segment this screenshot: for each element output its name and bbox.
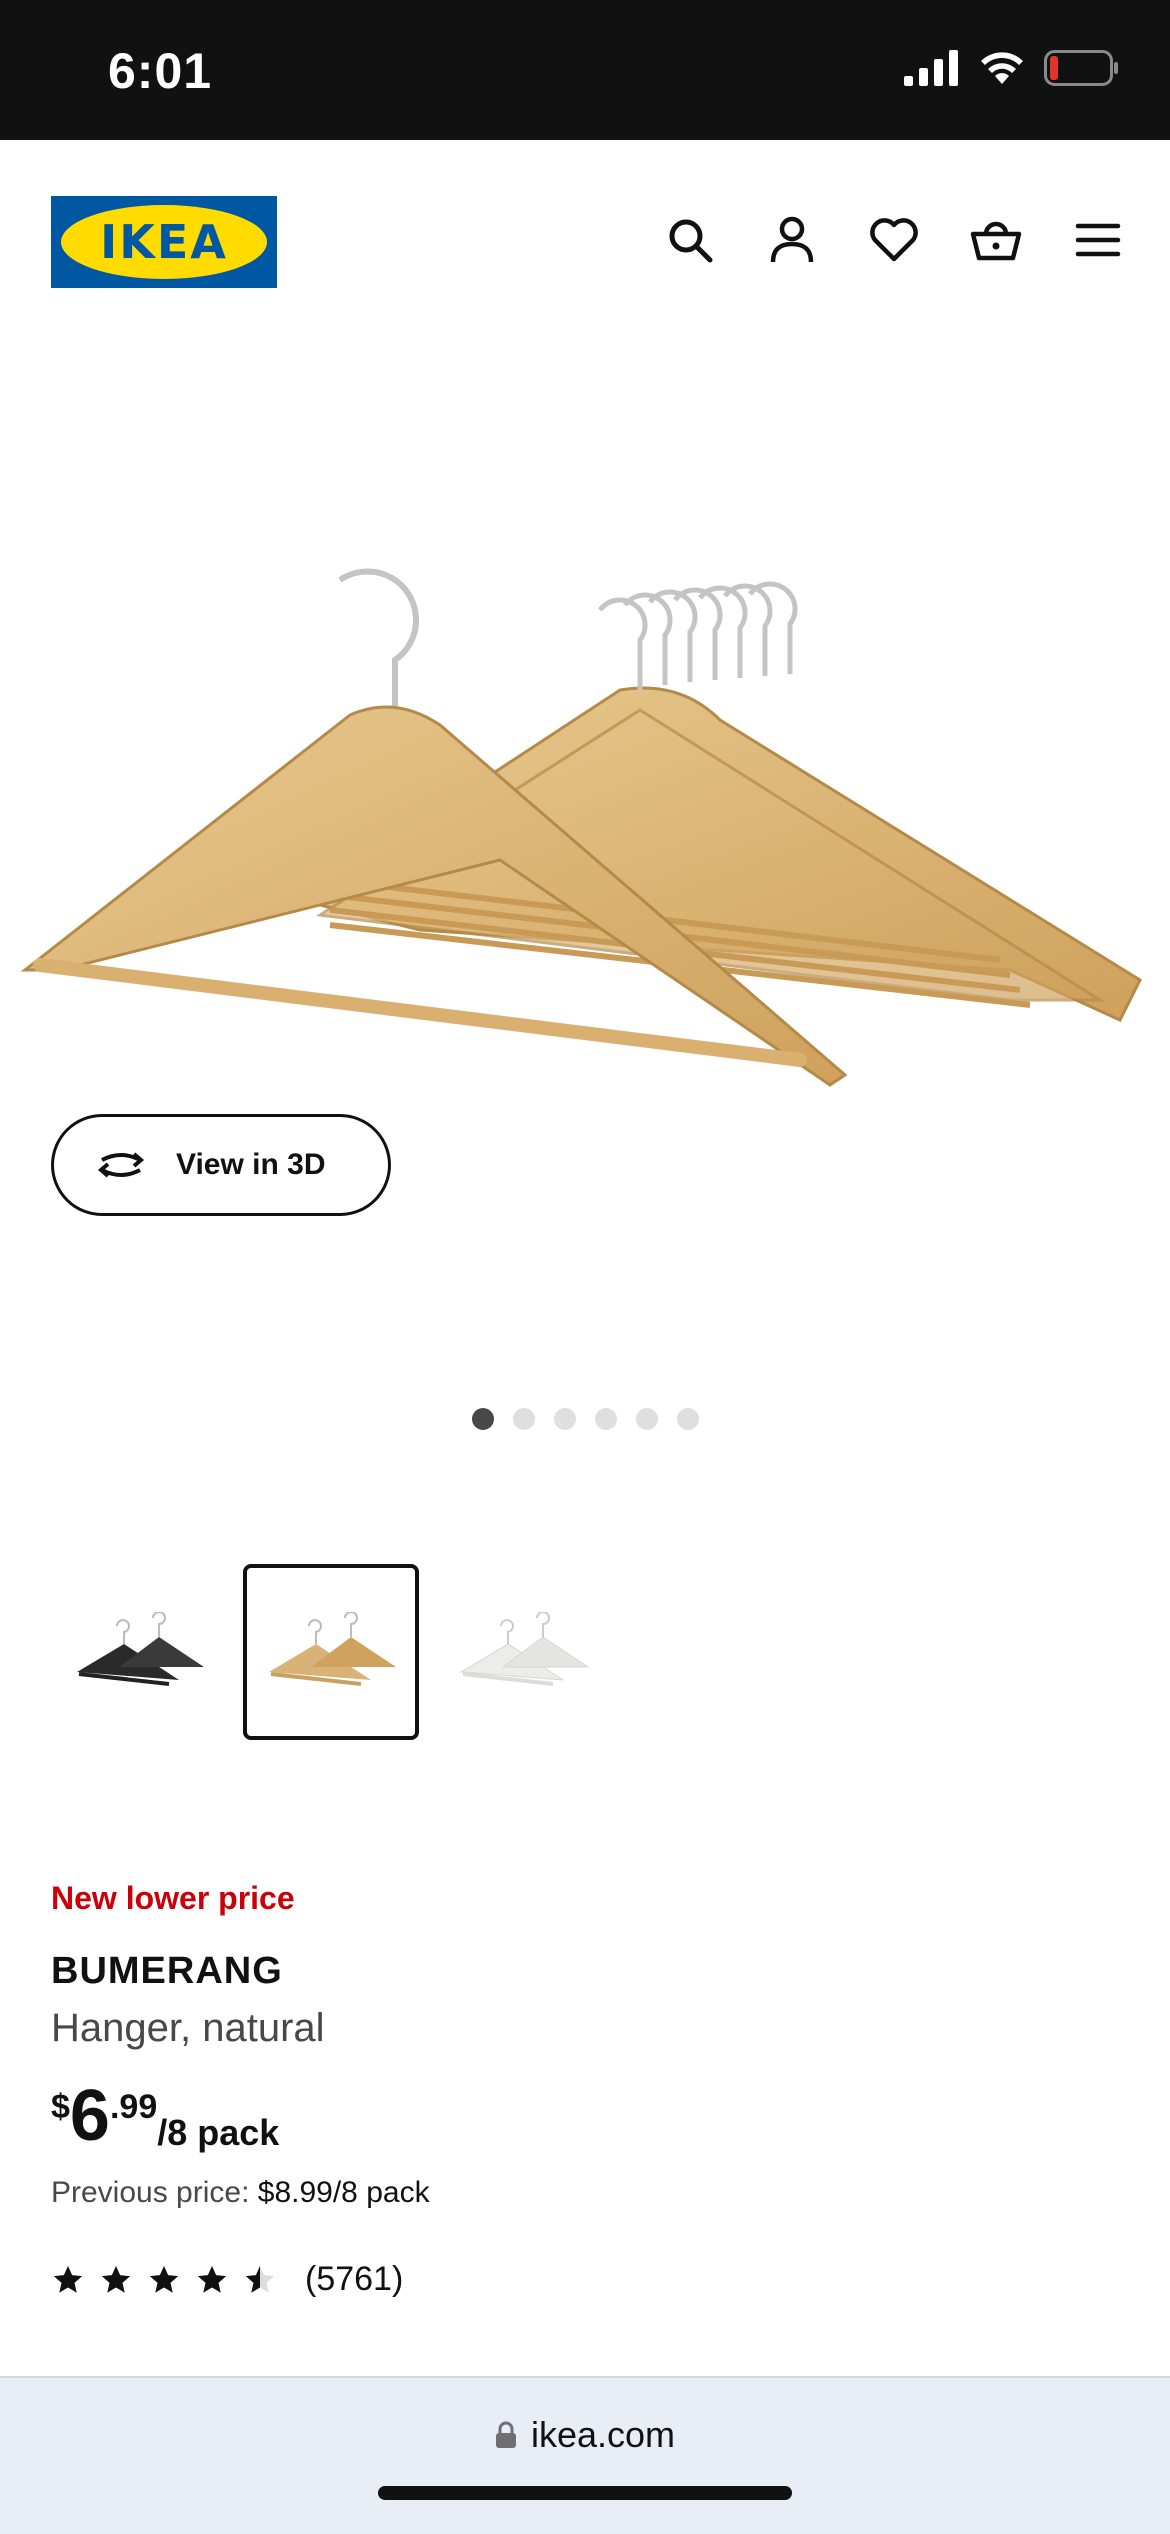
search-icon[interactable]	[660, 210, 720, 270]
half-star-icon	[245, 2265, 275, 2293]
address-field[interactable]: ikea.com	[0, 2414, 1170, 2456]
gallery-dot[interactable]	[513, 1408, 535, 1430]
signal-icon	[904, 50, 958, 86]
product-description: Hanger, natural	[51, 2006, 325, 2050]
promo-label: New lower price	[51, 1880, 295, 1916]
site-header: IKEA	[0, 140, 1170, 340]
variant-thumbnail-white[interactable]	[435, 1564, 611, 1740]
logo-text: IKEA	[100, 215, 228, 269]
variant-thumbnail-natural[interactable]	[243, 1564, 419, 1740]
wifi-icon	[981, 52, 1023, 84]
header-actions	[660, 210, 1128, 270]
view-in-3d-button[interactable]: View in 3D	[51, 1114, 391, 1216]
rating-count: (5761)	[305, 2260, 404, 2298]
previous-price-label: Previous price:	[51, 2176, 250, 2209]
heart-icon[interactable]	[864, 210, 924, 270]
lock-icon	[495, 2421, 516, 2448]
url-text: ikea.com	[530, 2414, 676, 2455]
product-name: BUMERANG	[51, 1950, 283, 1992]
gallery-dot[interactable]	[595, 1408, 617, 1430]
price-whole: 6	[69, 2076, 110, 2156]
variant-thumbnail-black[interactable]	[51, 1564, 227, 1740]
product-rating[interactable]: (5761)	[51, 2260, 403, 2299]
menu-icon[interactable]	[1068, 210, 1128, 270]
price-decimal: .99	[109, 2088, 158, 2126]
battery-low-icon	[1044, 50, 1118, 86]
view-in-3d-label: View in 3D	[176, 1148, 326, 1181]
gallery-pagination	[472, 1408, 699, 1430]
gallery-dot[interactable]	[554, 1408, 576, 1430]
account-icon[interactable]	[762, 210, 822, 270]
star-icon	[149, 2265, 179, 2293]
browser-address-bar[interactable]: ikea.com	[0, 2376, 1170, 2534]
basket-icon[interactable]	[966, 210, 1026, 270]
previous-price-value: $8.99/8 pack	[257, 2176, 430, 2209]
status-icons	[904, 50, 1120, 86]
price-unit: /8 pack	[157, 2112, 280, 2153]
variant-thumbnails	[51, 1564, 611, 1740]
product-image[interactable]	[0, 460, 1170, 1120]
gallery-dot[interactable]	[636, 1408, 658, 1430]
ikea-logo[interactable]: IKEA	[51, 196, 277, 288]
price-currency: $	[51, 2088, 70, 2126]
previous-price: Previous price: $8.99/8 pack	[51, 2176, 430, 2210]
gallery-dot[interactable]	[677, 1408, 699, 1430]
logo-oval: IKEA	[61, 205, 267, 279]
star-icon	[53, 2265, 83, 2293]
status-bar: 6:01	[0, 0, 1170, 140]
rating-stars	[51, 2263, 277, 2297]
status-time: 6:01	[108, 43, 213, 99]
rotate-3d-icon	[97, 1152, 145, 1178]
product-price: $ 6 .99 /8 pack	[51, 2080, 279, 2154]
star-icon	[101, 2265, 131, 2293]
gallery-dot[interactable]	[472, 1408, 494, 1430]
star-icon	[197, 2265, 227, 2293]
home-indicator[interactable]	[378, 2486, 792, 2500]
